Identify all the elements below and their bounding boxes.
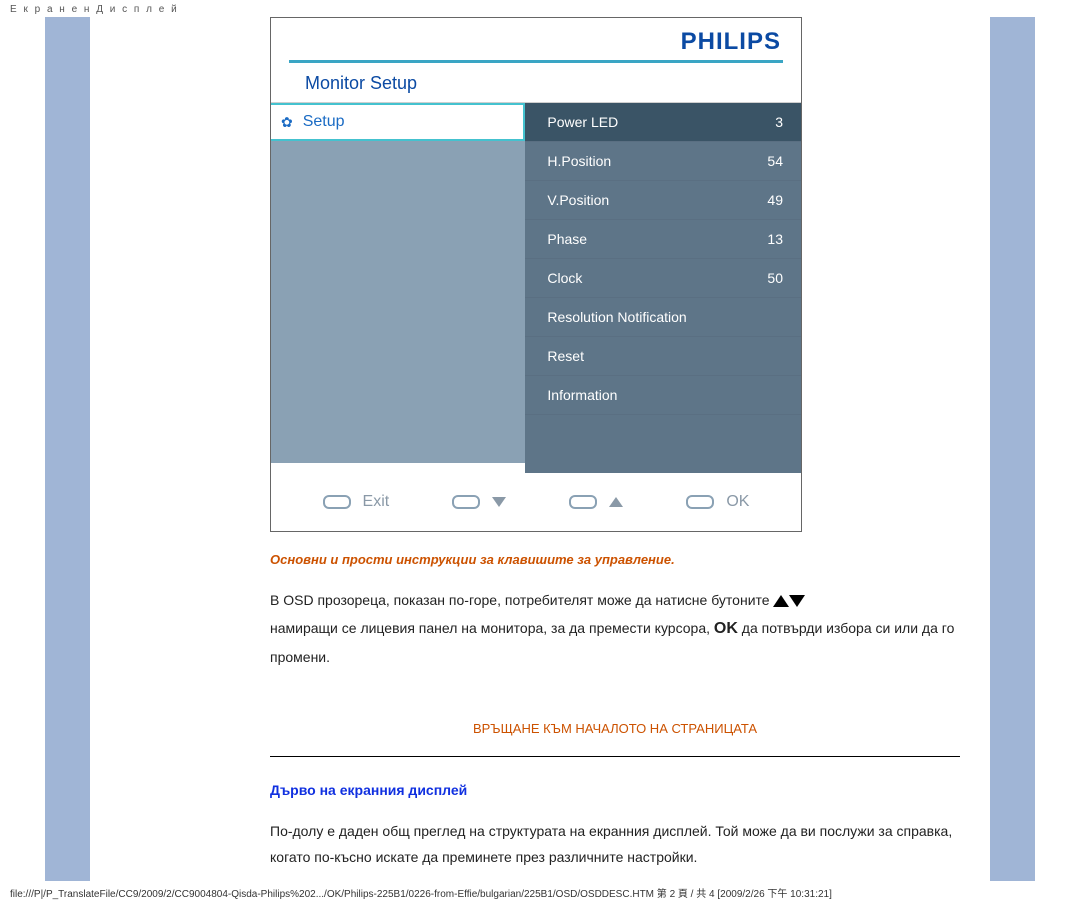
right-stripe: [990, 17, 1035, 881]
pill-icon: [569, 495, 597, 509]
osd-row-value: 50: [767, 270, 783, 286]
p1a: В OSD прозореца, показан по-горе, потреб…: [270, 592, 773, 608]
osd-title: Monitor Setup: [271, 63, 801, 102]
instructions-heading: Основни и прости инструкции за клавишите…: [270, 552, 960, 567]
left-stripe: [45, 17, 90, 881]
brand-logo: PHILIPS: [681, 28, 781, 56]
up-button: [569, 495, 623, 509]
osd-row-value: 49: [767, 192, 783, 208]
osd-row-label: Clock: [547, 270, 582, 286]
osd-row: Reset: [525, 337, 801, 376]
gear-icon: ✿: [281, 114, 293, 131]
osd-row: Resolution Notification: [525, 298, 801, 337]
footer-path: file:///P|/P_TranslateFile/CC9/2009/2/CC…: [0, 881, 1080, 910]
ok-button: OK: [686, 493, 749, 511]
osd-row: Power LED 3: [525, 103, 801, 142]
content-column: PHILIPS Monitor Setup ✿ Setup Power LED 3…: [270, 17, 990, 881]
p1b: намиращи се лицевия панел на монитора, з…: [270, 620, 714, 636]
triangle-up-icon: [609, 497, 623, 507]
gap: [90, 17, 270, 881]
osd-row: Clock 50: [525, 259, 801, 298]
osd-row-fill: [525, 415, 801, 473]
osd-screenshot: PHILIPS Monitor Setup ✿ Setup Power LED 3…: [270, 17, 802, 532]
osd-row: H.Position 54: [525, 142, 801, 181]
page-header: Е к р а н е н Д и с п л е й: [0, 0, 1080, 17]
osd-row: V.Position 49: [525, 181, 801, 220]
osd-right-pane: Power LED 3 H.Position 54 V.Position 49 Pha…: [525, 102, 801, 473]
osd-row-value: 54: [767, 153, 783, 169]
paragraph-2: По-долу е даден общ преглед на структура…: [270, 818, 960, 871]
logo-bar: PHILIPS: [271, 18, 801, 60]
triangle-up-icon: [773, 595, 789, 607]
text-wrap: Основни и прости инструкции за клавишите…: [270, 552, 990, 871]
osd-row-label: Information: [547, 387, 617, 403]
osd-row-label: Resolution Notification: [547, 309, 686, 325]
osd-row-label: Reset: [547, 348, 584, 364]
osd-panes: ✿ Setup Power LED 3 H.Position 54 V.Positi…: [271, 102, 801, 473]
separator: [270, 756, 960, 757]
osd-row-value: 13: [767, 231, 783, 247]
pill-icon: [323, 495, 351, 509]
osd-row-label: H.Position: [547, 153, 611, 169]
paragraph-1: В OSD прозореца, показан по-горе, потреб…: [270, 587, 960, 671]
pill-icon: [686, 495, 714, 509]
osd-row-label: V.Position: [547, 192, 609, 208]
osd-row: Information: [525, 376, 801, 415]
osd-row: Phase 13: [525, 220, 801, 259]
exit-label: Exit: [363, 493, 390, 511]
left-fill: [271, 141, 525, 463]
exit-button: Exit: [323, 493, 390, 511]
osd-row-label: Power LED: [547, 114, 618, 130]
osd-selected-item: ✿ Setup: [271, 103, 525, 141]
triangle-down-icon: [789, 595, 805, 607]
triangle-down-icon: [492, 497, 506, 507]
ok-label: OK: [726, 493, 749, 511]
pill-icon: [452, 495, 480, 509]
down-button: [452, 495, 506, 509]
back-to-top-link[interactable]: ВРЪЩАНЕ КЪМ НАЧАЛОТО НА СТРАНИЦАТА: [270, 721, 960, 736]
osd-left-pane: ✿ Setup: [271, 102, 525, 473]
osd-row-value: 3: [775, 114, 783, 130]
osd-button-bar: Exit OK: [271, 473, 801, 531]
ok-inline: OK: [714, 620, 738, 637]
tree-heading: Дърво на екранния дисплей: [270, 782, 960, 798]
setup-label: Setup: [303, 113, 345, 131]
page-body: PHILIPS Monitor Setup ✿ Setup Power LED 3…: [0, 17, 1080, 881]
osd-row-label: Phase: [547, 231, 587, 247]
